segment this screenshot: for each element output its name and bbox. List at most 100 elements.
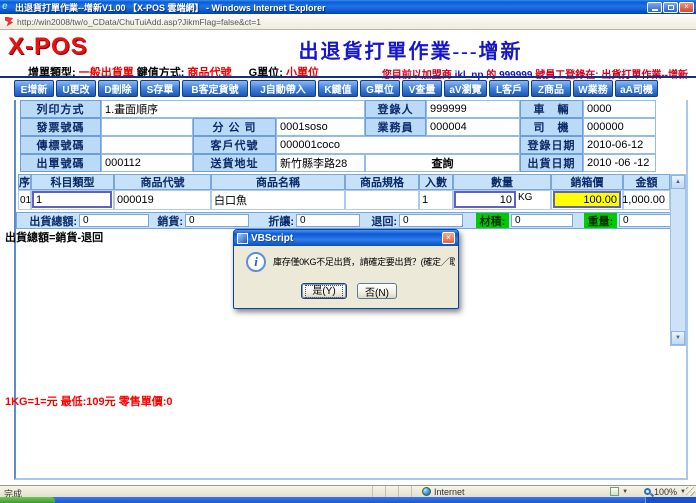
registrant-value[interactable]: 999999 bbox=[426, 100, 520, 118]
discount-value[interactable]: 0 bbox=[296, 214, 360, 227]
col-header-perpack: 入數 bbox=[419, 174, 453, 190]
price-rule-note: 1KG=1=元 最低:109元 零售單價:0 bbox=[5, 393, 173, 409]
sales-value[interactable]: 0 bbox=[185, 214, 249, 227]
item-per-pack: 1 bbox=[419, 190, 453, 210]
print-mode-value[interactable]: 1.畫面順序 bbox=[101, 100, 365, 118]
ship-date-value[interactable]: 2010 -06 -12 bbox=[583, 154, 656, 172]
toolbar-button-driver[interactable]: aA司機 bbox=[615, 80, 658, 97]
branch-label: 分 公 司 bbox=[193, 118, 276, 136]
resize-grip[interactable] bbox=[686, 487, 695, 496]
protected-mode-icon[interactable] bbox=[610, 487, 619, 496]
scroll-down-button[interactable]: ▼ bbox=[671, 331, 685, 345]
toolbar-button-save[interactable]: S存單 bbox=[140, 80, 180, 97]
scroll-up-button[interactable]: ▲ bbox=[671, 175, 685, 189]
globe-icon bbox=[422, 487, 431, 496]
zoom-magnifier-icon[interactable] bbox=[644, 488, 651, 495]
toolbar-button-checkqty[interactable]: V查量 bbox=[402, 80, 442, 97]
minimize-icon bbox=[652, 9, 658, 11]
status-separators bbox=[372, 486, 424, 497]
start-button[interactable] bbox=[0, 497, 55, 503]
minimize-button[interactable] bbox=[647, 2, 662, 13]
toolbar-button-browse[interactable]: aV瀏覽 bbox=[444, 80, 487, 97]
sales-label: 銷貨: bbox=[151, 213, 183, 228]
print-mode-label: 列印方式 bbox=[20, 100, 101, 118]
security-zone: Internet bbox=[422, 486, 465, 497]
order-no-value[interactable]: 000112 bbox=[101, 154, 193, 172]
col-header-account: 科目類型 bbox=[31, 174, 114, 190]
salesman-value[interactable]: 000004 bbox=[426, 118, 520, 136]
toolbar-button-custom-code[interactable]: B客定貨號 bbox=[182, 80, 248, 97]
no-button[interactable]: 否(N) bbox=[357, 283, 397, 299]
toolbar-button-autofill[interactable]: J自動帶入 bbox=[250, 80, 316, 97]
salesman-label: 業務員 bbox=[365, 118, 426, 136]
toolbar-button-customer[interactable]: L客戶 bbox=[489, 80, 529, 97]
driver-value[interactable]: 000000 bbox=[583, 118, 656, 136]
volume-label: 材積: bbox=[476, 213, 509, 228]
yes-button-label: 是(Y) bbox=[305, 285, 342, 298]
url-text[interactable]: http://win2008/tw/o_CData/ChuTuiAdd.asp?… bbox=[17, 17, 261, 27]
qty-unit: KG bbox=[518, 192, 532, 203]
login-info: 您目前以加盟商 ikl_np 的 999999 號員工登錄在: 出貨打單作業--… bbox=[382, 66, 688, 81]
caret-down-icon[interactable]: ▼ bbox=[622, 489, 628, 495]
page-content: X-POS 出退貨打單作業---增新 增單類型: 一般出貨單 鍵值方式: 商品代… bbox=[0, 30, 696, 485]
window-titlebar: e 出退貨打單作業--增新V1.00 【X-POS 雲端網】 - Windows… bbox=[0, 0, 696, 14]
dialog-close-button[interactable]: × bbox=[442, 232, 455, 244]
address-label: 送貨地址 bbox=[193, 154, 276, 172]
invoice-no-value[interactable] bbox=[101, 118, 193, 136]
col-header-price: 銷箱價 bbox=[551, 174, 623, 190]
dialog-message: 庫存僅0KG不足出貨，請確定要出貨？(確定／取消) bbox=[273, 255, 455, 268]
toolbar-button-product[interactable]: Z商品 bbox=[531, 80, 571, 97]
zoom-level[interactable]: 100% bbox=[654, 487, 677, 497]
branch-value[interactable]: 0001soso bbox=[276, 118, 365, 136]
discount-label: 折讓: bbox=[262, 213, 294, 228]
col-header-amount: 金額 bbox=[623, 174, 670, 190]
no-button-label: 否(N) bbox=[365, 284, 389, 299]
total-label: 出貨總額: bbox=[17, 213, 77, 228]
item-seq: 01 bbox=[18, 190, 31, 210]
total-value[interactable]: 0 bbox=[79, 214, 149, 227]
weight-label: 重量: bbox=[584, 213, 617, 228]
dialog-title: VBScript bbox=[251, 233, 442, 244]
toolbar: E增新 U更改 D刪除 S存單 B客定貨號 J自動帶入 K鍵值 G單位 V查量 … bbox=[14, 80, 660, 98]
xpos-logo: X-POS bbox=[8, 33, 88, 61]
customer-code-label: 客戶代號 bbox=[193, 136, 276, 154]
summary-bar: 出貨總額: 0 銷貨: 0 折讓: 0 退回: 0 材積: 0 重量: 0 bbox=[16, 212, 686, 229]
toolbar-button-sales[interactable]: W業務 bbox=[573, 80, 613, 97]
toolbar-button-update[interactable]: U更改 bbox=[56, 80, 96, 97]
col-header-code: 商品代號 bbox=[114, 174, 211, 190]
account-type-input[interactable] bbox=[32, 191, 112, 208]
box-price-input[interactable] bbox=[553, 191, 621, 208]
volume-value[interactable]: 0 bbox=[511, 214, 573, 227]
address-bar: http://win2008/tw/o_CData/ChuTuiAdd.asp?… bbox=[0, 14, 696, 30]
close-button[interactable]: × bbox=[679, 2, 694, 13]
toolbar-button-unit[interactable]: G單位 bbox=[360, 80, 400, 97]
label-no-value[interactable] bbox=[101, 136, 193, 154]
restore-icon bbox=[668, 5, 674, 10]
system-tray bbox=[645, 497, 696, 503]
taskbar bbox=[0, 497, 696, 503]
qty-input[interactable] bbox=[454, 191, 516, 208]
restore-button[interactable] bbox=[663, 2, 678, 13]
vehicle-label: 車 輛 bbox=[520, 100, 583, 118]
returns-value[interactable]: 0 bbox=[399, 214, 463, 227]
table-scrollbar[interactable]: ▲ ▼ bbox=[670, 174, 686, 346]
reg-date-value[interactable]: 2010-06-12 bbox=[583, 136, 656, 154]
query-button[interactable]: 查詢 bbox=[365, 154, 520, 172]
vehicle-value[interactable]: 0000 bbox=[583, 100, 656, 118]
toolbar-button-add[interactable]: E增新 bbox=[14, 80, 54, 97]
dialog-titlebar[interactable]: VBScript × bbox=[234, 230, 458, 246]
ie-logo-icon: e bbox=[2, 2, 12, 12]
toolbar-button-delete[interactable]: D刪除 bbox=[98, 80, 138, 97]
order-no-label: 出單號碼 bbox=[20, 154, 101, 172]
item-product-code: 000019 bbox=[114, 190, 211, 210]
toolbar-button-keyvalue[interactable]: K鍵值 bbox=[318, 80, 358, 97]
zone-text: Internet bbox=[434, 487, 465, 497]
vbscript-icon bbox=[237, 233, 248, 244]
window-title: 出退貨打單作業--增新V1.00 【X-POS 雲端網】 - Windows I… bbox=[15, 1, 647, 14]
returns-label: 退回: bbox=[365, 213, 397, 228]
page-error-icon bbox=[5, 17, 13, 27]
address-value[interactable]: 新竹縣李路28 bbox=[276, 154, 365, 172]
customer-code-value[interactable]: 000001coco bbox=[276, 136, 520, 154]
weight-value[interactable]: 0 bbox=[619, 214, 673, 227]
yes-button[interactable]: 是(Y) bbox=[301, 283, 347, 299]
